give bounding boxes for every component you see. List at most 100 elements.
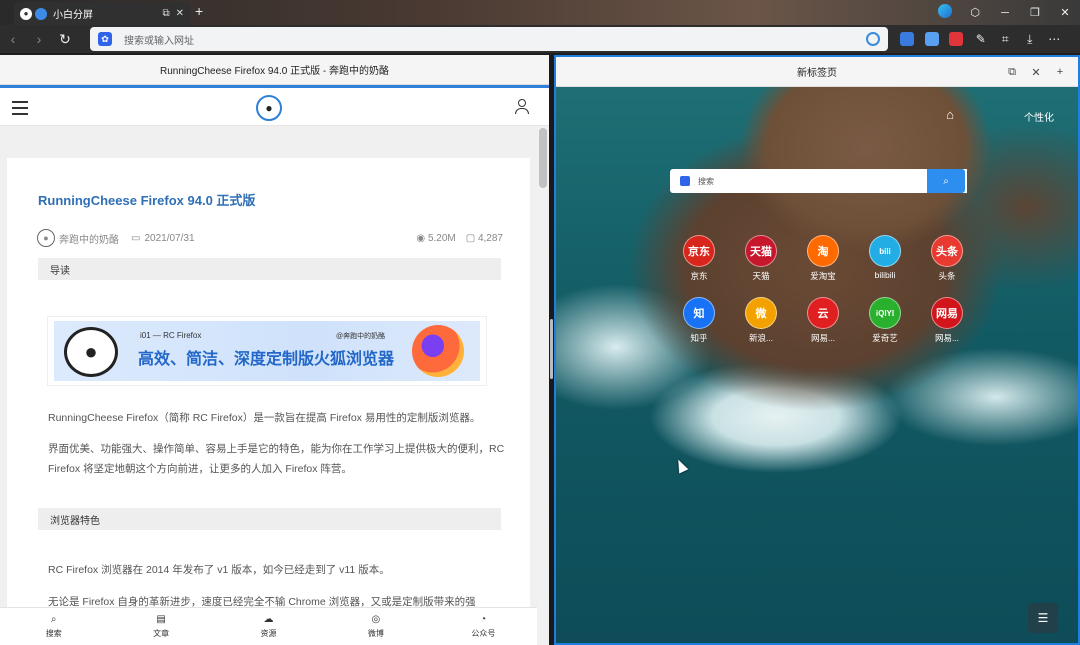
taobao-icon: 淘 bbox=[807, 235, 839, 267]
split-icon[interactable]: ⧉ bbox=[162, 8, 169, 19]
quick-link-label: 知乎 bbox=[690, 333, 708, 343]
article-meta: ● 奔跑中的奶酪 ▭ 2021/07/31 ◉ 5.20M ▢ 4,287 bbox=[37, 228, 503, 248]
author-name[interactable]: 奔跑中的奶酪 bbox=[59, 231, 119, 246]
tmall-icon: 天猫 bbox=[745, 235, 777, 267]
article-banner: ● i01 — RC Firefox 高效、简洁、深度定制版火狐浏览器 @奔跑中… bbox=[47, 316, 487, 386]
nav-resources[interactable]: ☁ 资源 bbox=[215, 608, 322, 645]
paragraph-3: RC Firefox 浏览器在 2014 年发布了 v1 版本，如今已经走到了 … bbox=[48, 564, 390, 576]
baidu-icon bbox=[680, 176, 690, 186]
quick-link[interactable]: 天猫 天猫 bbox=[736, 235, 786, 282]
customize-button[interactable]: 个性化 bbox=[1024, 109, 1054, 124]
views-count: 5.20M bbox=[427, 232, 456, 244]
extension-blue-icon[interactable] bbox=[895, 32, 920, 46]
scrollbar[interactable] bbox=[537, 126, 549, 645]
author-avatar[interactable]: ● bbox=[37, 229, 55, 247]
quick-link-label: 网易... bbox=[810, 333, 836, 343]
menu-icon[interactable] bbox=[12, 101, 28, 119]
address-bar[interactable]: ✿ 搜索或输入网址 bbox=[90, 27, 888, 51]
new-tab-button[interactable]: + bbox=[195, 3, 203, 19]
quick-link[interactable]: 头条 头条 bbox=[922, 235, 972, 282]
split-icon[interactable]: ⧉ bbox=[1000, 66, 1024, 79]
section-heading-features: 浏览器特色 bbox=[38, 508, 501, 530]
shield-icon[interactable] bbox=[944, 32, 969, 46]
nav-wechat[interactable]: ◔ 公众号 bbox=[430, 608, 537, 645]
quick-link-label: bilibili bbox=[874, 270, 896, 280]
firefox-logo-icon bbox=[412, 325, 464, 377]
browser-tab[interactable]: ● 小白分屏 ⧉ ✕ bbox=[14, 2, 190, 25]
views-count-wrap: ◉ 5.20M bbox=[416, 233, 455, 244]
zhihu-icon: 知 bbox=[683, 297, 715, 329]
search-button[interactable]: ⌕ bbox=[927, 169, 965, 193]
close-pane-icon[interactable]: ✕ bbox=[1024, 66, 1048, 79]
calendar-icon: ▭ bbox=[131, 232, 141, 244]
panda-icon: ● bbox=[20, 7, 32, 20]
nav-articles[interactable]: ▤ 文章 bbox=[107, 608, 214, 645]
user-icon[interactable] bbox=[515, 99, 529, 115]
banner-headline: 高效、简洁、深度定制版火狐浏览器 bbox=[138, 351, 395, 368]
right-split-pane: 新标签页 ⧉ ✕ + ⌂ 个性化 搜索 ⌕ 京东 京东 天猫 天猫 淘爱淘宝 bil… bbox=[554, 55, 1080, 645]
nav-label: 文章 bbox=[153, 629, 170, 638]
pen-icon[interactable]: ✎ bbox=[969, 32, 994, 46]
quick-link[interactable]: 京东 京东 bbox=[674, 235, 724, 282]
search-input[interactable]: 搜索 bbox=[670, 169, 967, 193]
home-icon[interactable]: ⌂ bbox=[946, 107, 954, 122]
nav-label: 搜索 bbox=[45, 629, 62, 638]
quick-link[interactable]: bili bilibili bbox=[860, 235, 910, 280]
search-icon: ⌕ bbox=[50, 614, 57, 625]
minimize-icon[interactable]: ─ bbox=[990, 7, 1020, 19]
left-split-pane: RunningCheese Firefox 94.0 正式版 - 奔跑中的奶酪 … bbox=[0, 55, 549, 645]
cloud-icon: ☁ bbox=[263, 614, 274, 625]
nav-search[interactable]: ⌕ 搜索 bbox=[0, 608, 107, 645]
comment-icon: ▢ bbox=[465, 232, 478, 244]
divider-grip[interactable] bbox=[550, 319, 553, 379]
iqiyi-icon: iQIYI bbox=[869, 297, 901, 329]
more-icon[interactable]: ⋯ bbox=[1042, 32, 1067, 46]
nav-label: 微博 bbox=[367, 629, 384, 638]
reload-icon[interactable]: ↻ bbox=[52, 31, 78, 48]
comments-count: 4,287 bbox=[477, 232, 503, 244]
wechat-icon: ◔ bbox=[480, 614, 487, 625]
extension-lightblue-icon[interactable] bbox=[920, 32, 945, 46]
netease-icon: 网易 bbox=[931, 297, 963, 329]
paragraph-1: RunningCheese Firefox（简称 RC Firefox）是一款旨… bbox=[48, 412, 481, 424]
section-heading-intro: 导读 bbox=[38, 258, 501, 280]
jd-icon: 京东 bbox=[683, 235, 715, 267]
close-window-icon[interactable]: ✕ bbox=[1050, 6, 1080, 19]
nav-label: 公众号 bbox=[471, 629, 496, 638]
left-pane-title: RunningCheese Firefox 94.0 正式版 - 奔跑中的奶酪 bbox=[160, 66, 389, 77]
maximize-icon[interactable]: ❐ bbox=[1020, 6, 1050, 19]
forward-icon[interactable]: › bbox=[26, 31, 52, 47]
crop-icon[interactable]: ⌗ bbox=[993, 32, 1018, 47]
comments-count-wrap[interactable]: ▢ 4,287 bbox=[466, 233, 503, 244]
edge-refresh-icon[interactable] bbox=[866, 32, 880, 46]
quick-link[interactable]: 云网易... bbox=[798, 297, 848, 344]
add-pane-icon[interactable]: + bbox=[1048, 66, 1072, 78]
panda-logo-icon[interactable]: ● bbox=[256, 95, 282, 121]
paragraph-4: 无论是 Firefox 自身的革新进步，速度已经完全不输 Chrome 浏览器，… bbox=[48, 596, 476, 608]
edge-icon bbox=[35, 7, 47, 20]
quick-link[interactable]: 微新浪... bbox=[736, 297, 786, 344]
article-title[interactable]: RunningCheese Firefox 94.0 正式版 bbox=[38, 190, 255, 209]
quick-link[interactable]: iQIYI 爱奇艺 bbox=[860, 297, 910, 344]
toutiao-icon: 头条 bbox=[931, 235, 963, 267]
nav-weibo[interactable]: ◎ 微博 bbox=[322, 608, 429, 645]
document-icon: ▤ bbox=[156, 614, 166, 625]
back-icon[interactable]: ‹ bbox=[0, 31, 26, 47]
banner-small-text: i01 — RC Firefox bbox=[140, 331, 202, 340]
new-tab-background: ⌂ 个性化 搜索 ⌕ 京东 京东 天猫 天猫 淘爱淘宝 bili bilibili 头… bbox=[556, 87, 1078, 643]
site-header: ● bbox=[0, 88, 549, 126]
download-icon[interactable]: ⤓ bbox=[1018, 32, 1043, 47]
quick-link[interactable]: 淘爱淘宝 bbox=[798, 235, 848, 282]
weibo-icon: ◎ bbox=[371, 614, 381, 625]
quick-link[interactable]: 网易 网易... bbox=[922, 297, 972, 344]
paragraph-2: 界面优美、功能强大、操作简单、容易上手是它的特色，能为你在工作学习上提供极大的便… bbox=[48, 443, 505, 475]
edge-profile-icon[interactable] bbox=[930, 4, 960, 21]
nav-label: 资源 bbox=[260, 629, 277, 638]
extensions-icon[interactable]: ⬡ bbox=[960, 6, 990, 19]
quick-link-label: 头条 bbox=[938, 271, 956, 281]
right-pane-title: 新标签页 bbox=[797, 68, 837, 79]
scrollbar-thumb[interactable] bbox=[539, 128, 547, 188]
quick-link[interactable]: 知知乎 bbox=[674, 297, 724, 344]
settings-button[interactable]: ☰ bbox=[1028, 603, 1058, 633]
close-tab-icon[interactable]: ✕ bbox=[176, 8, 184, 19]
